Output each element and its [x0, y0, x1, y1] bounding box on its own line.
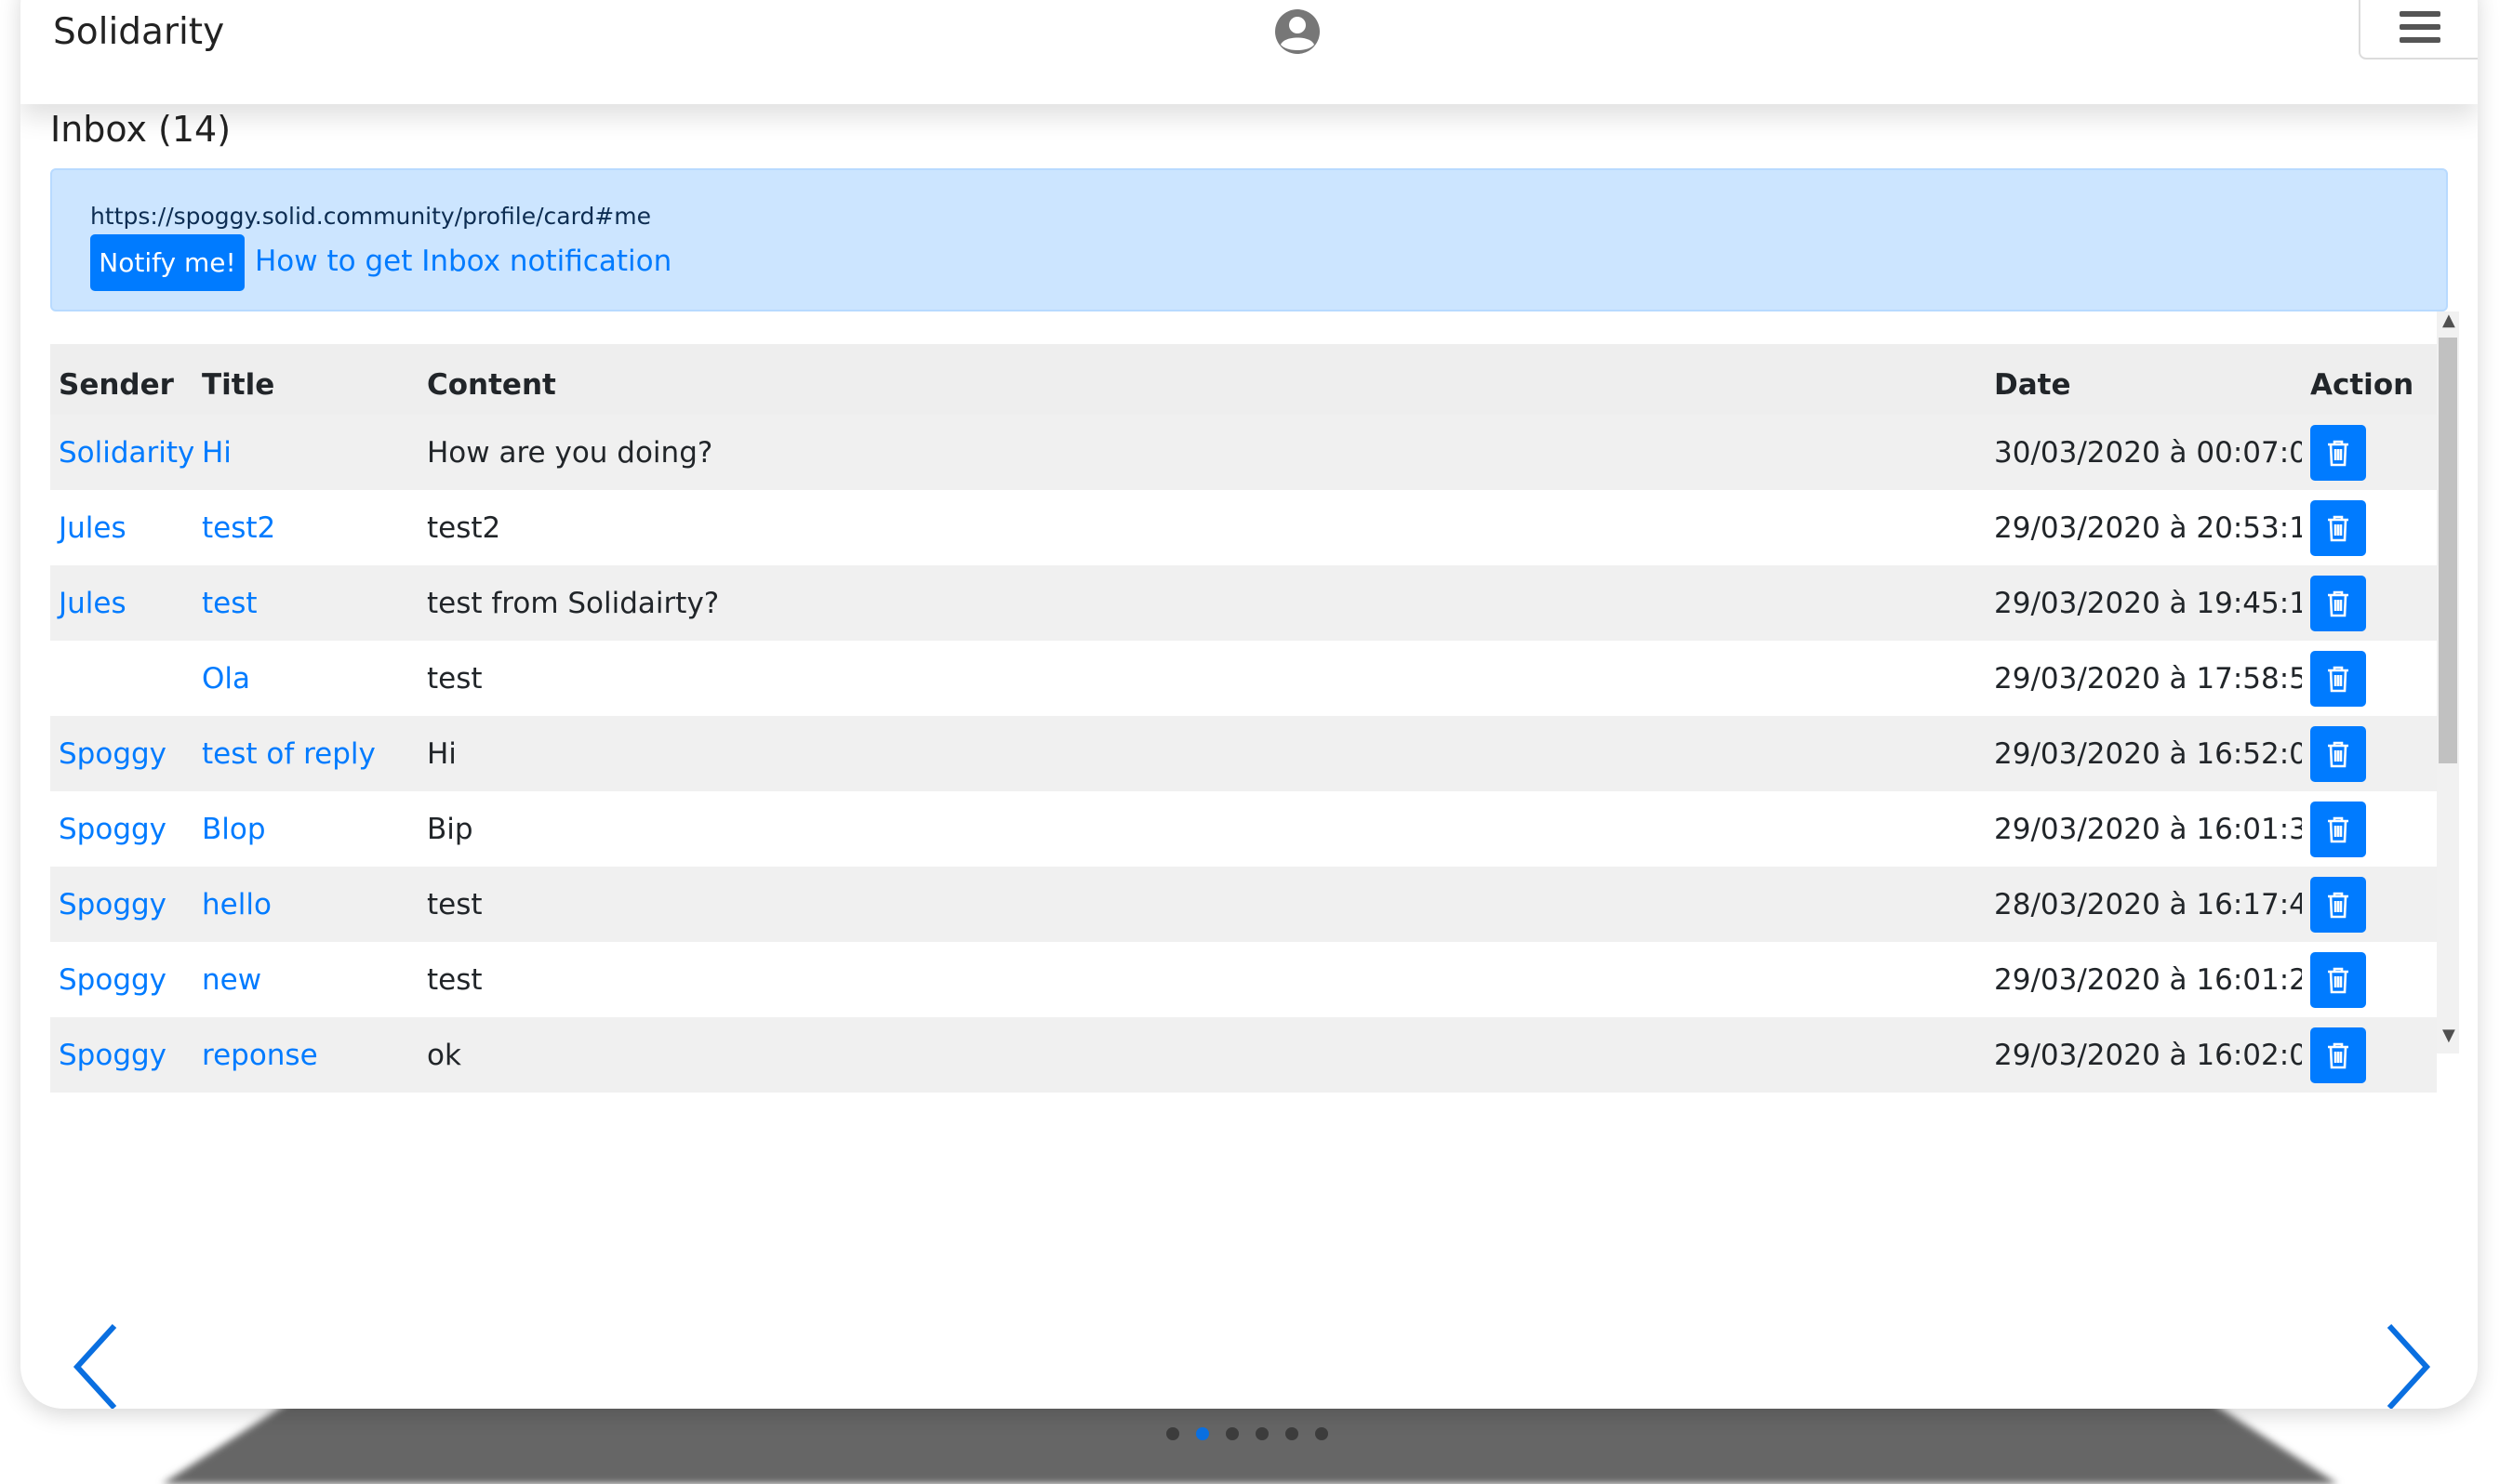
delete-button[interactable] — [2310, 1027, 2366, 1083]
column-header-content: Content — [419, 344, 1986, 415]
column-header-title: Title — [193, 344, 419, 415]
column-header-date: Date — [1986, 344, 2302, 415]
sender-link[interactable]: Spoggy — [59, 1039, 166, 1072]
table-row: Ola test 29/03/2020 à 17:58:56 — [50, 641, 2437, 716]
navbar: Solidarity — [20, 0, 2478, 104]
title-link[interactable]: test2 — [202, 511, 275, 545]
title-link[interactable]: Ola — [202, 662, 250, 696]
table-row: Spoggy reponse ok 29/03/2020 à 16:02:02 — [50, 1017, 2437, 1093]
message-date: 29/03/2020 à 16:02:02 — [1994, 1038, 2302, 1072]
message-content: Bip — [427, 812, 473, 846]
message-content: Hi — [427, 736, 457, 771]
page-title: Inbox (14) — [50, 109, 232, 150]
trash-icon — [2328, 590, 2348, 616]
carousel-indicator[interactable] — [1315, 1427, 1328, 1440]
message-content: test from Solidairty? — [427, 586, 720, 620]
message-date: 28/03/2020 à 16:17:44 — [1994, 887, 2302, 921]
sender-link[interactable]: Spoggy — [59, 813, 166, 846]
sender-link[interactable]: Solidarity — [59, 436, 193, 470]
title-link[interactable]: new — [202, 963, 261, 997]
trash-icon — [2328, 515, 2348, 541]
table-row: Spoggy Blop Bip 29/03/2020 à 16:01:36 — [50, 791, 2437, 867]
hamburger-menu-icon-bar — [2400, 37, 2440, 43]
delete-button[interactable] — [2310, 876, 2366, 933]
trash-icon — [2328, 1042, 2348, 1068]
sender-link[interactable]: Spoggy — [59, 888, 166, 921]
message-content: test — [427, 661, 483, 696]
chevron-left-icon[interactable] — [70, 1320, 126, 1409]
trash-icon — [2328, 666, 2348, 692]
message-date: 29/03/2020 à 16:52:03 — [1994, 736, 2302, 771]
message-date: 29/03/2020 à 17:58:56 — [1994, 661, 2302, 696]
hamburger-menu-icon — [2400, 11, 2440, 17]
table-scrollbar-thumb[interactable] — [2439, 338, 2457, 763]
carousel-indicator[interactable] — [1166, 1427, 1179, 1440]
message-date: 29/03/2020 à 16:01:36 — [1994, 812, 2302, 846]
message-content: ok — [427, 1038, 461, 1072]
message-content: test2 — [427, 510, 501, 545]
trash-icon — [2328, 892, 2348, 918]
delete-button[interactable] — [2310, 951, 2366, 1008]
webid-text: https://spoggy.solid.community/profile/c… — [90, 203, 651, 230]
trash-icon — [2328, 967, 2348, 993]
title-link[interactable]: hello — [202, 888, 272, 921]
table-row: Solidarity Hi How are you doing? 30/03/2… — [50, 415, 2437, 490]
delete-button[interactable] — [2310, 575, 2366, 631]
notify-me-button[interactable]: Notify me! — [90, 234, 245, 291]
notification-alert: https://spoggy.solid.community/profile/c… — [50, 168, 2448, 311]
table-header-row: Sender Title Content Date Action — [50, 344, 2437, 415]
table-row: Jules test test from Solidairty? 29/03/2… — [50, 565, 2437, 641]
delete-button[interactable] — [2310, 499, 2366, 556]
menu-toggle-button[interactable] — [2359, 0, 2478, 60]
message-content: test — [427, 887, 483, 921]
trash-icon — [2328, 816, 2348, 842]
title-link[interactable]: test of reply — [202, 737, 376, 771]
chevron-right-icon[interactable] — [2378, 1320, 2434, 1409]
delete-button[interactable] — [2310, 725, 2366, 782]
table-row: Jules test2 test2 29/03/2020 à 20:53:12 — [50, 490, 2437, 565]
carousel-indicator[interactable] — [1226, 1427, 1239, 1440]
inbox-table: Sender Title Content Date Action Solidar… — [50, 344, 2437, 1093]
user-circle-icon[interactable] — [1273, 7, 1322, 56]
carousel-indicator[interactable] — [1285, 1427, 1298, 1440]
delete-button[interactable] — [2310, 801, 2366, 857]
title-link[interactable]: test — [202, 587, 258, 620]
inbox-notification-help-link[interactable]: How to get Inbox notification — [255, 245, 671, 278]
table-row: Spoggy new test 29/03/2020 à 16:01:25 — [50, 942, 2437, 1017]
title-link[interactable]: Hi — [202, 436, 232, 470]
title-link[interactable]: Blop — [202, 813, 266, 846]
trash-icon — [2328, 440, 2348, 466]
page: Solidarity Inbox (14) https://spoggy.sol… — [0, 0, 2513, 1484]
scroll-up-arrow[interactable]: ▲ — [2442, 311, 2455, 330]
message-date: 29/03/2020 à 16:01:25 — [1994, 962, 2302, 997]
message-content: How are you doing? — [427, 435, 713, 470]
app-brand[interactable]: Solidarity — [53, 11, 224, 53]
scroll-down-arrow[interactable]: ▼ — [2442, 1026, 2455, 1045]
message-date: 30/03/2020 à 00:07:07 — [1994, 435, 2302, 470]
message-content: test — [427, 962, 483, 997]
carousel-slide-card: Solidarity Inbox (14) https://spoggy.sol… — [20, 0, 2478, 1409]
carousel-indicator-active[interactable] — [1196, 1427, 1209, 1440]
sender-link[interactable]: Spoggy — [59, 737, 166, 771]
carousel-indicator[interactable] — [1256, 1427, 1269, 1440]
sender-link[interactable]: Jules — [59, 511, 126, 545]
sender-link[interactable]: Jules — [59, 587, 126, 620]
message-date: 29/03/2020 à 20:53:12 — [1994, 510, 2302, 545]
delete-button[interactable] — [2310, 424, 2366, 481]
table-row: Spoggy test of reply Hi 29/03/2020 à 16:… — [50, 716, 2437, 791]
trash-icon — [2328, 741, 2348, 767]
title-link[interactable]: reponse — [202, 1039, 318, 1072]
delete-button[interactable] — [2310, 650, 2366, 707]
table-row: Spoggy hello test 28/03/2020 à 16:17:44 — [50, 867, 2437, 942]
carousel-indicators — [1166, 1427, 1343, 1442]
hamburger-menu-icon-bar — [2400, 24, 2440, 30]
message-date: 29/03/2020 à 19:45:12 — [1994, 586, 2302, 620]
column-header-sender: Sender — [50, 344, 193, 415]
sender-link[interactable]: Spoggy — [59, 963, 166, 997]
inbox-table-container[interactable]: Sender Title Content Date Action Solidar… — [50, 344, 2448, 1103]
column-header-action: Action — [2302, 344, 2437, 415]
